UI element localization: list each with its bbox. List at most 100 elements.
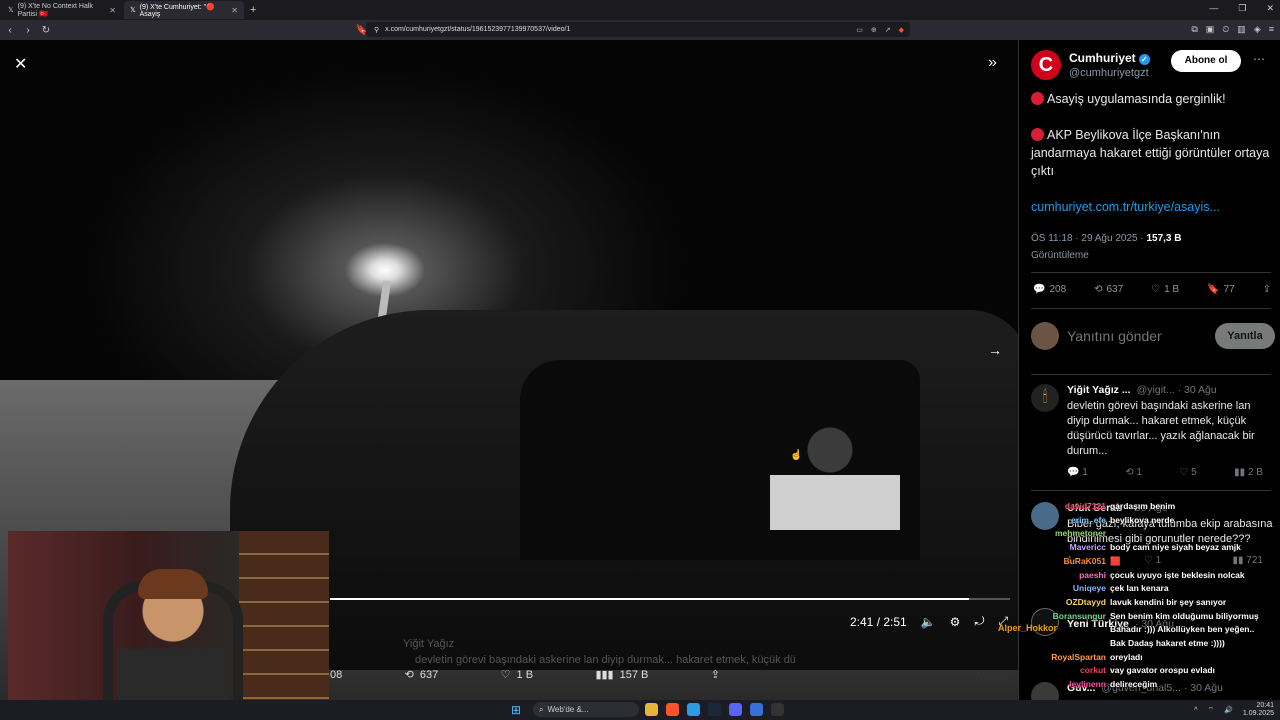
cumhuriyet-logo-icon[interactable]: C (1031, 50, 1061, 80)
sidebar-icon[interactable]: ▥ (1237, 24, 1246, 35)
share-icon[interactable]: ↗ (885, 26, 891, 34)
settings-icon[interactable]: ⚙ (950, 615, 961, 629)
upload-icon: ⇪ (1262, 284, 1271, 295)
zoom-icon[interactable]: ⊕ (871, 26, 877, 34)
site-info-icon[interactable]: ⚲ (374, 26, 379, 34)
chat-text: gardaşım benim (1110, 501, 1176, 511)
reply-action[interactable]: 08 (330, 668, 342, 681)
comment-retweet[interactable]: ⟲ 1 (1125, 467, 1142, 478)
back-icon[interactable]: ‹ (2, 25, 18, 36)
tweet-view-count: 157,3 B (1146, 233, 1182, 244)
reply-input[interactable]: Yanıtını gönder (1067, 328, 1207, 344)
browser-tab-2[interactable]: 𝕏 (9) X'te Cumhuriyet: "🔴 Asayiş ✕ (124, 1, 244, 19)
reply-icon: 💬 (1033, 284, 1046, 295)
video-progress-bar[interactable] (330, 598, 1010, 600)
next-media-icon[interactable]: → (988, 342, 1002, 358)
chat-username: paeshi (1079, 569, 1106, 580)
reply-stat[interactable]: 💬 208 (1033, 284, 1066, 295)
bookmark-stat[interactable]: 🔖 77 (1207, 284, 1235, 295)
chat-text: 🟥 (1110, 555, 1121, 566)
taskbar-clock[interactable]: 20:41 1.09.2025 (1243, 702, 1274, 718)
extensions-icon[interactable]: ⧉ (1191, 24, 1197, 35)
browser-tab-1[interactable]: 𝕏 (9) X'te No Context Halk Partisi 🇹🇷 ✕ (2, 1, 122, 19)
speaker-icon[interactable]: 🔊 (1224, 706, 1233, 714)
rotate-icon[interactable]: ⤾ (974, 614, 984, 629)
faded-reply-author: Yiğit Yağız (403, 638, 455, 650)
retweet-stat[interactable]: ⟲ 637 (1094, 284, 1123, 295)
comment-item[interactable]: 🕯 Yiğit Yağız ... @yigit... · 30 Ağu devl… (1031, 384, 1275, 478)
history-icon[interactable]: ⏲ (1222, 24, 1229, 35)
close-media-icon[interactable]: ✕ (14, 54, 27, 74)
obs-icon[interactable] (771, 703, 784, 716)
close-tab-icon[interactable]: ✕ (231, 6, 238, 15)
chat-text: Bahadır :))) Alkollüyken ben yeğen.. (1110, 624, 1255, 635)
user-avatar[interactable] (1031, 322, 1059, 350)
reply-count: 08 (330, 668, 343, 681)
divider (1031, 490, 1271, 491)
new-tab-button[interactable]: + (250, 4, 256, 16)
taskbar-search[interactable]: ⌕ Web'de &... (533, 702, 639, 717)
red-circle-icon (1031, 92, 1044, 105)
comment-like[interactable]: ♡ 5 (1179, 467, 1196, 478)
volume-icon[interactable]: 🔈 (921, 615, 936, 629)
taskbar-apps (645, 703, 784, 716)
like-stat-count: 1 B (1164, 284, 1180, 295)
browser-nav-bar: ‹ › ↻ 🔖 ⚲ x.com/cumhuriyetgzt/status/196… (0, 20, 1280, 40)
tweet-link[interactable]: cumhuriyet.com.tr/turkiye/asayis... (1031, 198, 1271, 216)
steam-icon[interactable] (708, 703, 721, 716)
minimize-icon[interactable]: — (1209, 3, 1218, 14)
chat-username: david7121 (1064, 501, 1106, 511)
divider (1031, 272, 1271, 273)
brave-browser-icon[interactable] (666, 703, 679, 716)
close-window-icon[interactable]: ✕ (1266, 3, 1274, 14)
chat-text: vay gavator orospu evladı (1110, 665, 1215, 676)
windows-start-icon[interactable]: ⊞ (511, 703, 521, 717)
store-icon[interactable] (687, 703, 700, 716)
forward-icon[interactable]: › (20, 25, 36, 36)
vpn-icon[interactable]: ◈ (1254, 24, 1261, 35)
reply-button[interactable]: Yanıtla (1215, 323, 1275, 349)
views-count: 157 B (619, 668, 649, 681)
more-options-icon[interactable]: ⋯ (1253, 52, 1265, 66)
candle-icon: 🕯 (1042, 389, 1048, 406)
close-tab-icon[interactable]: ✕ (109, 6, 116, 15)
faded-reply-overlay: Yiğit Yağız devletin görevi başındaki as… (403, 636, 795, 668)
heart-icon: ♡ (1151, 284, 1161, 295)
tweet-body: Asayiş uygulamasında gerginlik! AKP Beyl… (1031, 90, 1271, 234)
reply-composer: Yanıtını gönder Yanıtla (1031, 322, 1275, 350)
network-icon[interactable]: ⌔ (1208, 706, 1215, 715)
address-bar[interactable]: ⚲ x.com/cumhuriyetgzt/status/19615239771… (366, 22, 910, 37)
comment-author[interactable]: Yiğit Yağız ... (1067, 384, 1131, 396)
like-action[interactable]: ♡ 1 B (501, 668, 533, 682)
views-action[interactable]: ▮▮▮ 157 B (595, 668, 649, 682)
brave-shield-icon[interactable]: ◆ (899, 26, 904, 34)
menu-icon[interactable]: ≡ (1269, 24, 1274, 35)
account-handle[interactable]: @cumhuriyetgzt (1069, 67, 1150, 79)
share-action[interactable]: ⇪ (711, 668, 720, 681)
file-explorer-icon[interactable] (645, 703, 658, 716)
like-stat[interactable]: ♡ 1 B (1151, 284, 1179, 295)
clock-time: 20:41 (1256, 702, 1274, 709)
account-header[interactable]: C Cumhuriyet ✓ @cumhuriyetgzt (1031, 50, 1150, 80)
tray-chevron-icon[interactable]: ^ (1194, 707, 1197, 714)
share-stat[interactable]: ⇪ (1263, 284, 1271, 295)
chat-floating-user: Alper_Hokkor (998, 623, 1058, 633)
tweet-line-2: AKP Beylikova İlçe Başkanı'nın jandarmay… (1031, 128, 1270, 178)
follow-button[interactable]: Abone ol (1171, 50, 1241, 72)
app-icon[interactable] (750, 703, 763, 716)
restore-icon[interactable]: ❐ (1238, 3, 1246, 14)
retweet-action[interactable]: ⟲ 637 (405, 668, 439, 682)
expand-panel-icon[interactable]: » (988, 54, 997, 72)
comment-retweet-count: 1 (1136, 467, 1142, 478)
reload-icon[interactable]: ↻ (38, 25, 54, 36)
candle-avatar[interactable]: 🕯 (1031, 384, 1059, 412)
chat-text: beylikova nerde (1110, 514, 1175, 525)
comment-reply[interactable]: 💬 1 (1067, 467, 1088, 478)
chat-username: mehmetoner (1054, 528, 1106, 539)
pip-icon[interactable]: ▭ (856, 26, 863, 34)
tweet-timestamp[interactable]: ÖS 11:18 · 29 Ağu 2025 · (1031, 233, 1144, 244)
comment-views[interactable]: ▮▮ 2 B (1234, 467, 1263, 478)
wallet-icon[interactable]: ▣ (1206, 24, 1215, 35)
discord-icon[interactable] (729, 703, 742, 716)
account-name[interactable]: Cumhuriyet (1069, 51, 1136, 65)
